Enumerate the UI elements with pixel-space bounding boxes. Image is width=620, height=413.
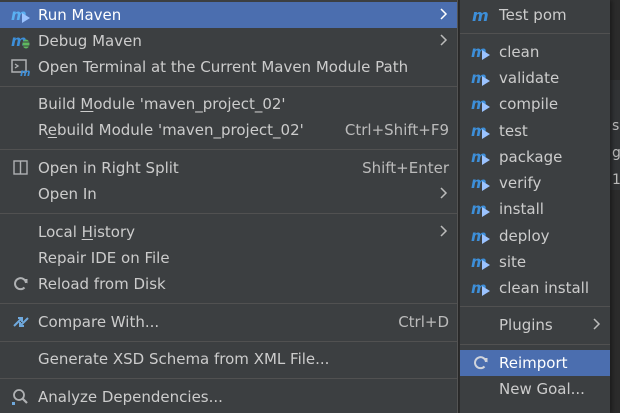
submenu-item-package[interactable]: m package xyxy=(460,144,610,170)
submenu-item-label: New Goal... xyxy=(499,380,585,398)
menu-item-label: Repair IDE on File xyxy=(38,249,170,267)
svg-text:m: m xyxy=(472,6,489,24)
submenu-item-label: package xyxy=(499,148,563,166)
submenu-item-label: install xyxy=(499,200,544,218)
menu-item-label: Debug Maven xyxy=(38,32,142,50)
submenu-item-deploy[interactable]: m deploy xyxy=(460,223,610,249)
submenu-item-test[interactable]: m test xyxy=(460,118,610,144)
menu-item-label: Open in Right Split xyxy=(38,159,179,177)
submenu-item-label: test xyxy=(499,122,528,140)
split-icon xyxy=(11,158,31,178)
maven-goal-icon: m xyxy=(471,252,491,272)
maven-run-icon: m xyxy=(11,5,31,25)
submenu-item-label: Plugins xyxy=(499,316,553,334)
menu-item-open-in[interactable]: Open In xyxy=(0,181,457,207)
chevron-right-icon xyxy=(440,186,448,200)
submenu-item-plugins[interactable]: Plugins xyxy=(460,312,610,338)
svg-text:m: m xyxy=(20,68,30,76)
submenu-item-label: Reimport xyxy=(499,354,568,372)
editor-text-fragment: 1 xyxy=(612,172,620,188)
submenu-item-site[interactable]: m site xyxy=(460,249,610,275)
analyze-icon xyxy=(11,387,31,407)
menu-item-label: Open Terminal at the Current Maven Modul… xyxy=(38,58,409,76)
menu-item-rebuild-module[interactable]: Rebuild Module 'maven_project_02' Ctrl+S… xyxy=(0,117,457,143)
maven-goal-icon: m xyxy=(471,42,491,62)
menu-item-label: Reload from Disk xyxy=(38,275,166,293)
submenu-item-reimport[interactable]: Reimport xyxy=(460,350,610,376)
menu-item-open-right-split[interactable]: Open in Right Split Shift+Enter xyxy=(0,155,457,181)
menu-item-run-maven[interactable]: m Run Maven xyxy=(0,2,457,28)
context-menu: m Run Maven m Debug Maven m Open Termina… xyxy=(0,0,458,413)
menu-item-reload-from-disk[interactable]: Reload from Disk xyxy=(0,271,457,297)
submenu-item-clean[interactable]: m clean xyxy=(460,39,610,65)
submenu-item-install[interactable]: m install xyxy=(460,196,610,222)
maven-goal-icon: m xyxy=(471,121,491,141)
menu-separator xyxy=(0,303,457,304)
menu-separator xyxy=(0,213,457,214)
terminal-icon: m xyxy=(11,57,31,77)
maven-goal-icon: m xyxy=(471,226,491,246)
submenu-item-clean-install[interactable]: m clean install xyxy=(460,275,610,301)
menu-separator xyxy=(460,344,610,345)
submenu-item-compile[interactable]: m compile xyxy=(460,91,610,117)
submenu-item-label: deploy xyxy=(499,227,550,245)
menu-item-shortcut: Ctrl+Shift+F9 xyxy=(344,121,449,139)
chevron-right-icon xyxy=(440,224,448,238)
menu-item-local-history[interactable]: Local History xyxy=(0,219,457,245)
menu-item-label: Analyze Dependencies... xyxy=(38,388,223,406)
editor-text-fragment: g xyxy=(612,145,620,161)
menu-item-build-module[interactable]: Build Module 'maven_project_02' xyxy=(0,91,457,117)
submenu-item-label: compile xyxy=(499,95,559,113)
menu-separator xyxy=(0,149,457,150)
menu-item-open-terminal[interactable]: m Open Terminal at the Current Maven Mod… xyxy=(0,54,457,80)
submenu-item-label: site xyxy=(499,253,527,271)
submenu-item-label: verify xyxy=(499,174,542,192)
menu-item-label: Build Module 'maven_project_02' xyxy=(38,95,286,113)
menu-item-label: Generate XSD Schema from XML File... xyxy=(38,350,330,368)
menu-item-label: Run Maven xyxy=(38,6,122,24)
submenu-item-test-pom[interactable]: m Test pom xyxy=(460,2,610,28)
menu-item-analyze-dependencies[interactable]: Analyze Dependencies... xyxy=(0,384,457,410)
submenu-item-validate[interactable]: m validate xyxy=(460,65,610,91)
run-maven-submenu: m Test pom m clean m validate m compile … xyxy=(459,0,610,413)
maven-goal-icon: m xyxy=(471,199,491,219)
chevron-right-icon xyxy=(440,7,448,21)
maven-icon: m xyxy=(471,5,491,25)
maven-goal-icon: m xyxy=(471,173,491,193)
menu-item-generate-xsd[interactable]: Generate XSD Schema from XML File... xyxy=(0,346,457,372)
menu-item-debug-maven[interactable]: m Debug Maven xyxy=(0,28,457,54)
menu-item-label: Local History xyxy=(38,223,136,241)
maven-goal-icon: m xyxy=(471,94,491,114)
chevron-right-icon xyxy=(593,317,601,331)
maven-goal-icon: m xyxy=(471,68,491,88)
submenu-item-new-goal[interactable]: New Goal... xyxy=(460,376,610,402)
editor-text-fragment: s xyxy=(612,118,620,134)
submenu-item-label: Test pom xyxy=(499,6,567,24)
submenu-item-verify[interactable]: m verify xyxy=(460,170,610,196)
menu-separator xyxy=(0,86,457,87)
menu-separator xyxy=(0,341,457,342)
menu-separator xyxy=(0,378,457,379)
submenu-item-label: clean xyxy=(499,43,540,61)
chevron-right-icon xyxy=(440,33,448,47)
menu-item-repair-ide[interactable]: Repair IDE on File xyxy=(0,245,457,271)
maven-goal-icon: m xyxy=(471,147,491,167)
maven-goal-icon: m xyxy=(471,278,491,298)
submenu-item-label: clean install xyxy=(499,279,590,297)
reload-icon xyxy=(471,353,491,373)
menu-item-shortcut: Ctrl+D xyxy=(398,313,449,331)
menu-separator xyxy=(460,306,610,307)
reload-icon xyxy=(11,274,31,294)
menu-item-shortcut: Shift+Enter xyxy=(362,159,449,177)
menu-item-label: Compare With... xyxy=(38,313,160,331)
menu-item-compare-with[interactable]: Compare With... Ctrl+D xyxy=(0,309,457,335)
maven-debug-icon: m xyxy=(11,31,31,51)
menu-separator xyxy=(460,33,610,34)
submenu-item-label: validate xyxy=(499,69,560,87)
menu-item-label: Rebuild Module 'maven_project_02' xyxy=(38,121,304,139)
compare-icon xyxy=(11,312,31,332)
menu-item-label: Open In xyxy=(38,185,97,203)
